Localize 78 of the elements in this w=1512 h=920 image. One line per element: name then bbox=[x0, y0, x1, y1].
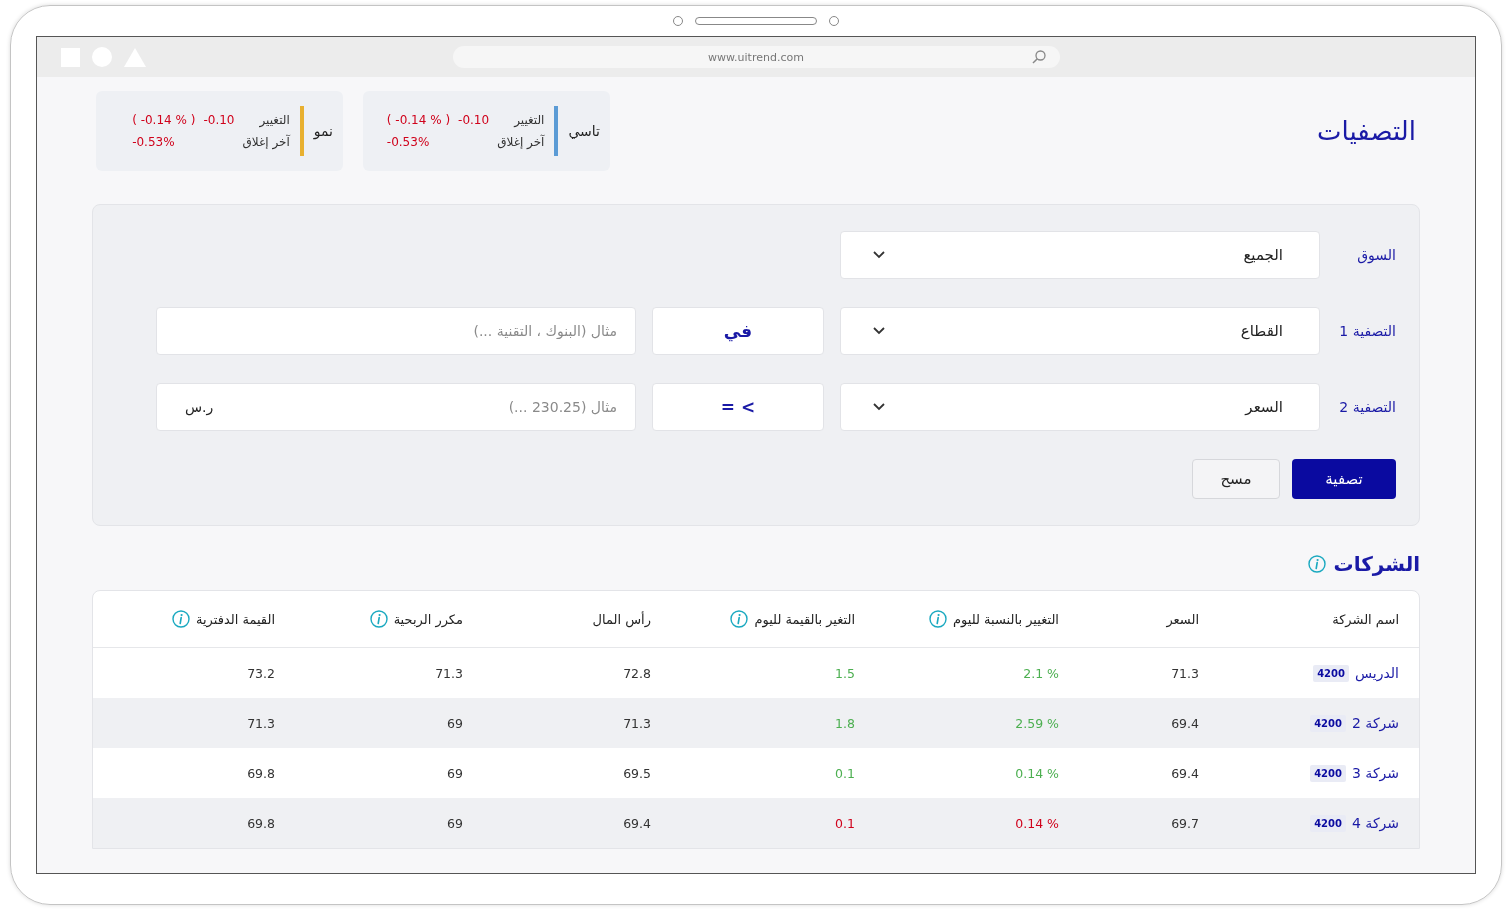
info-icon[interactable] bbox=[929, 610, 948, 628]
change-percent: ( -0.14 % ) bbox=[132, 113, 196, 127]
info-icon[interactable] bbox=[1307, 555, 1326, 573]
table-cell-text: 2.59 % bbox=[1014, 715, 1059, 731]
address-bar[interactable]: www.uitrend.com bbox=[452, 46, 1060, 68]
search-icon[interactable] bbox=[1031, 50, 1046, 64]
close-value: -0.53% bbox=[386, 135, 431, 149]
company-link[interactable]: شركة 2 bbox=[1352, 715, 1399, 731]
company-code: 4200 bbox=[1310, 764, 1346, 782]
index-name: نمو bbox=[313, 123, 333, 139]
table-cell-text: 69.4 bbox=[622, 815, 651, 831]
table-cell-text: 0.1 bbox=[834, 815, 855, 831]
table-cell-text: 72.8 bbox=[622, 665, 651, 681]
change-label: التغيير bbox=[258, 113, 290, 127]
change-value: -0.10 bbox=[203, 113, 235, 127]
table-cell-text: 0.14 % bbox=[1014, 815, 1059, 831]
operator-field[interactable]: في bbox=[652, 307, 824, 355]
table-cell-text: 73.2 bbox=[246, 665, 275, 681]
currency-unit: ر.س bbox=[185, 399, 214, 415]
filter-label: التصفية 1 bbox=[1338, 323, 1396, 339]
column-header: التغير بالقيمة لليوم bbox=[754, 611, 855, 627]
table-cell-text: 69.8 bbox=[246, 765, 275, 781]
filter-label: التصفية 2 bbox=[1338, 399, 1396, 415]
table-cell-text: 71.3 bbox=[434, 665, 463, 681]
table-cell-text: 69.4 bbox=[1170, 715, 1199, 731]
market-dropdown[interactable]: الجميع bbox=[840, 231, 1320, 279]
value-field[interactable]: مثال (230.25 ...) ر.س bbox=[156, 383, 636, 431]
table-cell-text: 0.1 bbox=[834, 765, 855, 781]
table-cell-text: 69.5 bbox=[622, 765, 651, 781]
table-cell-text: 69 bbox=[446, 715, 463, 731]
clear-button[interactable]: مسح bbox=[1192, 459, 1280, 499]
change-percent: ( -0.14 % ) bbox=[386, 113, 451, 127]
section-title: الشركات bbox=[1333, 552, 1420, 576]
change-label: التغيير bbox=[512, 113, 545, 127]
column-header: التغيير بالنسبة لليوم bbox=[953, 611, 1059, 627]
change-value: -0.10 bbox=[458, 113, 490, 127]
company-code: 4200 bbox=[1310, 714, 1346, 732]
table-cell-text: 69.4 bbox=[1170, 765, 1199, 781]
company-code: 4200 bbox=[1313, 664, 1349, 682]
table-cell-text: 71.3 bbox=[246, 715, 275, 731]
info-icon[interactable] bbox=[369, 610, 388, 628]
column-header: رأس المال bbox=[592, 611, 651, 627]
value-input[interactable]: مثال (230.25 ...) bbox=[223, 398, 619, 416]
table-cell-text: 71.3 bbox=[1170, 665, 1199, 681]
value-input[interactable]: مثال (البنوك ، التقنية ...) bbox=[185, 322, 619, 340]
company-link[interactable]: شركة 4 bbox=[1352, 815, 1399, 831]
column-header: القيمة الدفترية bbox=[196, 611, 275, 627]
table-cell-text: 69 bbox=[446, 765, 463, 781]
index-name: تاسي bbox=[568, 123, 600, 139]
company-link[interactable]: الدريس bbox=[1355, 665, 1399, 681]
table-cell-text: 69.8 bbox=[246, 815, 275, 831]
column-header: اسم الشركة bbox=[1332, 611, 1399, 627]
company-code: 4200 bbox=[1310, 814, 1346, 832]
field-dropdown[interactable]: السعر bbox=[840, 383, 1320, 431]
table-cell-text: 69.7 bbox=[1170, 815, 1199, 831]
info-icon[interactable] bbox=[172, 610, 190, 628]
column-header: السعر bbox=[1166, 611, 1199, 627]
filter-button[interactable]: تصفية bbox=[1292, 459, 1396, 499]
table-cell-text: 69 bbox=[446, 815, 463, 831]
close-label: آخر إغلاق bbox=[497, 135, 545, 149]
value-field[interactable]: مثال (البنوك ، التقنية ...) bbox=[156, 307, 636, 355]
table-cell-text: 2.1 % bbox=[1022, 665, 1059, 681]
column-header: مكرر الربحية bbox=[393, 611, 463, 627]
info-icon[interactable] bbox=[730, 610, 749, 628]
company-link[interactable]: شركة 3 bbox=[1352, 765, 1399, 781]
chevron-down-icon bbox=[873, 327, 885, 335]
table-cell-text: 71.3 bbox=[622, 715, 651, 731]
filter-label: السوق bbox=[1356, 247, 1396, 263]
chevron-down-icon bbox=[873, 251, 885, 259]
field-dropdown[interactable]: القطاع bbox=[840, 307, 1320, 355]
close-value: -0.53% bbox=[132, 135, 176, 149]
operator-field[interactable]: = < bbox=[652, 383, 824, 431]
page-title: التصفيات bbox=[1317, 116, 1416, 146]
chevron-down-icon bbox=[873, 403, 885, 411]
table-cell-text: 0.14 % bbox=[1014, 765, 1059, 781]
table-cell-text: 1.8 bbox=[834, 715, 855, 731]
close-label: آخر إغلاق bbox=[242, 135, 290, 149]
table-cell-text: 1.5 bbox=[834, 665, 855, 681]
